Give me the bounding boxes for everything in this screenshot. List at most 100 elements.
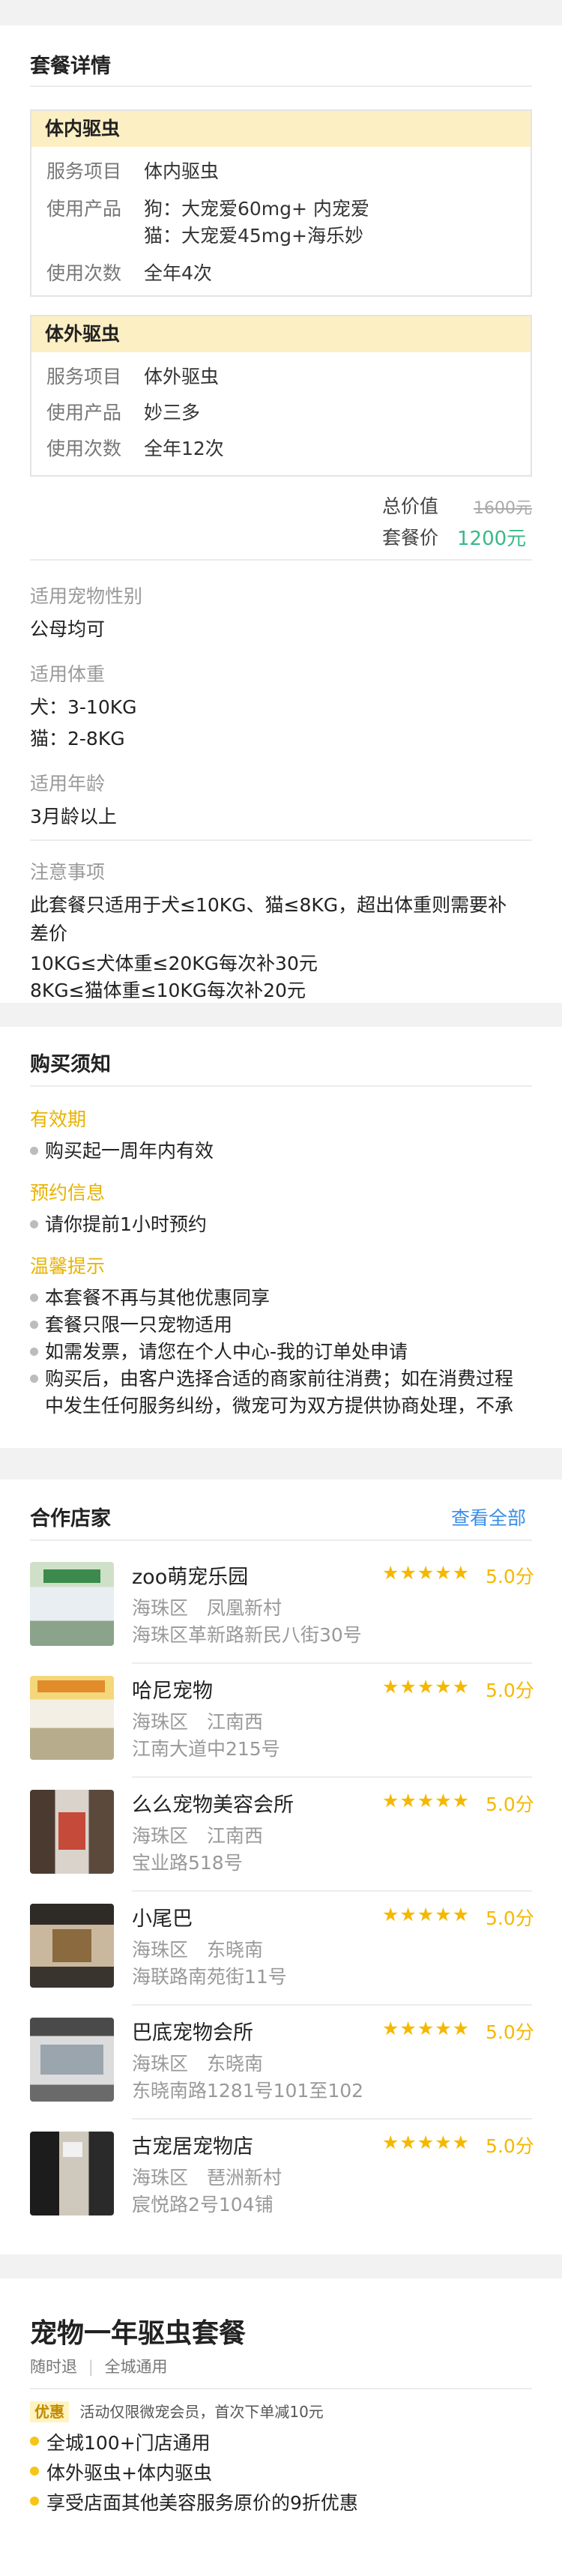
tip-item-continued: 中发生任何服务纠纷，微宠可为双方提供协商处理，不承 [45, 1395, 514, 1417]
box-header: 体外驱虫 [31, 316, 531, 352]
box-header: 体内驱虫 [31, 111, 531, 147]
gender-label: 适用宠物性别 [30, 585, 143, 607]
tag-separator: | [88, 2358, 94, 2376]
notes-label: 注意事项 [30, 861, 106, 883]
feature-item: 全城100+门店通用 [30, 2428, 211, 2455]
product-row: 使用产品 妙三多 [46, 400, 200, 426]
store-area: 海珠区 东晓南 [132, 1939, 264, 1961]
tips-label: 温馨提示 [30, 1255, 106, 1277]
store-item[interactable]: 么么宠物美容会所 ★★★★★ 5.0分 海珠区 江南西 宝业路518号 [0, 1778, 562, 1889]
weight-label: 适用体重 [30, 663, 106, 685]
store-address: 江南大道中215号 [132, 1738, 280, 1760]
store-address: 海珠区革新路新民八街30号 [132, 1624, 362, 1646]
service-row: 服务项目 体外驱虫 [46, 364, 219, 390]
tip-item: 套餐只限一只宠物适用 [29, 1310, 232, 1337]
times-row: 使用次数 全年4次 [46, 261, 212, 286]
store-photo [30, 1790, 114, 1874]
service-value: 体外驱虫 [144, 366, 220, 387]
promo-text: 活动仅限微宠会员，首次下单减10元 [79, 2403, 324, 2421]
package-price-label: 套餐价 [382, 527, 439, 549]
page: 套餐详情 体内驱虫 服务项目 体内驱虫 使用产品 狗：大宠爱60mg+ 内宠爱 猫：… [0, 0, 562, 2576]
times-label: 使用次数 [46, 438, 122, 459]
product-title: 宠物一年驱虫套餐 [30, 2318, 247, 2349]
store-name: 古宠居宠物店 [132, 2135, 253, 2159]
store-address: 东晓南路1281号101至102 [132, 2080, 364, 2102]
store-item[interactable]: zoo萌宠乐园 ★★★★★ 5.0分 海珠区 凤凰新村 海珠区革新路新民八街30… [0, 1550, 562, 1661]
times-row: 使用次数 全年12次 [46, 436, 224, 462]
tag-citywide: 全城通用 [104, 2358, 168, 2376]
tip-item: 购买后，由客户选择合适的商家前往消费；如在消费过程 [29, 1364, 513, 1391]
package-price: 1200元 [457, 528, 527, 550]
promo-badge: 优惠 [30, 2401, 69, 2422]
star-rating-icon: ★★★★★ [382, 1790, 471, 1812]
weight-dog: 犬：3-10KG [30, 696, 137, 718]
gender-value: 公母均可 [30, 618, 106, 640]
service-label: 服务项目 [46, 366, 122, 387]
store-photo [30, 2132, 114, 2215]
product-value-dog: 狗：大宠爱60mg+ 内宠爱 [144, 198, 369, 220]
star-rating-icon: ★★★★★ [382, 2018, 471, 2039]
section-title: 套餐详情 [30, 55, 111, 78]
weight-cat: 猫：2-8KG [30, 728, 125, 749]
divider [30, 1539, 532, 1541]
store-photo [30, 1676, 114, 1760]
store-item[interactable]: 巴底宠物会所 ★★★★★ 5.0分 海珠区 东晓南 东晓南路1281号101至1… [0, 2006, 562, 2117]
service-label: 服务项目 [46, 160, 122, 182]
total-value: 1600元 [474, 499, 532, 518]
store-item[interactable]: 小尾巴 ★★★★★ 5.0分 海珠区 东晓南 海联路南苑街11号 [0, 1892, 562, 2003]
validity-label: 有效期 [30, 1108, 87, 1130]
store-score: 5.0分 [486, 1907, 534, 1929]
external-deworm-box: 体外驱虫 服务项目 体外驱虫 使用产品 妙三多 使用次数 全年12次 [30, 315, 532, 477]
times-label: 使用次数 [46, 262, 122, 284]
product-tags: 随时退 | 全城通用 [30, 2355, 167, 2377]
feature-item: 享受店面其他美容服务原价的9折优惠 [30, 2488, 358, 2515]
partner-stores-card: 合作店家 查看全部 zoo萌宠乐园 ★★★★★ 5.0分 海珠区 凤凰新村 海珠… [0, 1479, 562, 2254]
booking-label: 预约信息 [30, 1182, 106, 1204]
store-item[interactable]: 古宠居宠物店 ★★★★★ 5.0分 海珠区 琶洲新村 宸悦路2号104铺 [0, 2120, 562, 2230]
store-score: 5.0分 [486, 1680, 534, 1701]
times-value: 全年12次 [144, 438, 224, 459]
section-title: 合作店家 [30, 1507, 111, 1530]
star-rating-icon: ★★★★★ [382, 1676, 471, 1698]
product-row: 使用产品 狗：大宠爱60mg+ 内宠爱 [46, 196, 369, 222]
store-area: 海珠区 江南西 [132, 1711, 264, 1733]
store-address: 宝业路518号 [132, 1852, 243, 1874]
store-photo [30, 1562, 114, 1646]
total-value-label: 总价值 [382, 495, 439, 517]
store-score: 5.0分 [486, 2135, 534, 2157]
product-value-cat: 猫：大宠爱45mg+海乐妙 [144, 225, 363, 247]
section-title: 购买须知 [30, 1053, 111, 1076]
notes-line: 8KG≤猫体重≤10KG每次补20元 [30, 980, 306, 1001]
notes-line: 10KG≤犬体重≤20KG每次补30元 [30, 953, 318, 974]
store-score: 5.0分 [486, 1566, 534, 1587]
store-area: 海珠区 凤凰新村 [132, 1597, 282, 1619]
star-rating-icon: ★★★★★ [382, 1562, 471, 1584]
store-photo [30, 2018, 114, 2102]
age-value: 3月龄以上 [30, 806, 117, 827]
store-name: 巴底宠物会所 [132, 2021, 253, 2045]
divider [30, 2388, 532, 2389]
feature-item: 体外驱虫+体内驱虫 [30, 2458, 212, 2485]
internal-deworm-box: 体内驱虫 服务项目 体内驱虫 使用产品 狗：大宠爱60mg+ 内宠爱 猫：大宠爱45… [30, 109, 532, 297]
store-area: 海珠区 江南西 [132, 1825, 264, 1847]
purchase-notes-card: 购买须知 有效期 购买起一周年内有效 预约信息 请你提前1小时预约 温馨提示 本… [0, 1027, 562, 1448]
star-rating-icon: ★★★★★ [382, 1904, 471, 1925]
notes-line: 此套餐只适用于犬≤10KG、猫≤8KG，超出体重则需要补 [30, 894, 507, 916]
service-value: 体内驱虫 [144, 160, 220, 182]
star-rating-icon: ★★★★★ [382, 2132, 471, 2153]
store-name: 小尾巴 [132, 1907, 193, 1931]
tip-item: 本套餐不再与其他优惠同享 [29, 1283, 270, 1310]
product-label: 使用产品 [46, 402, 122, 423]
promo-row: 优惠 活动仅限微宠会员，首次下单减10元 [30, 2400, 324, 2422]
store-name: 么么宠物美容会所 [132, 1794, 294, 1817]
product-value: 妙三多 [144, 402, 201, 423]
store-item[interactable]: 哈尼宠物 ★★★★★ 5.0分 海珠区 江南西 江南大道中215号 [0, 1664, 562, 1775]
view-all-link[interactable]: 查看全部 [451, 1503, 526, 1530]
age-label: 适用年龄 [30, 773, 106, 794]
validity-item: 购买起一周年内有效 [29, 1136, 214, 1163]
booking-item: 请你提前1小时预约 [30, 1210, 207, 1237]
store-area: 海珠区 琶洲新村 [132, 2167, 282, 2189]
store-address: 宸悦路2号104铺 [132, 2194, 274, 2215]
product-label: 使用产品 [46, 198, 122, 220]
divider [30, 1085, 532, 1087]
